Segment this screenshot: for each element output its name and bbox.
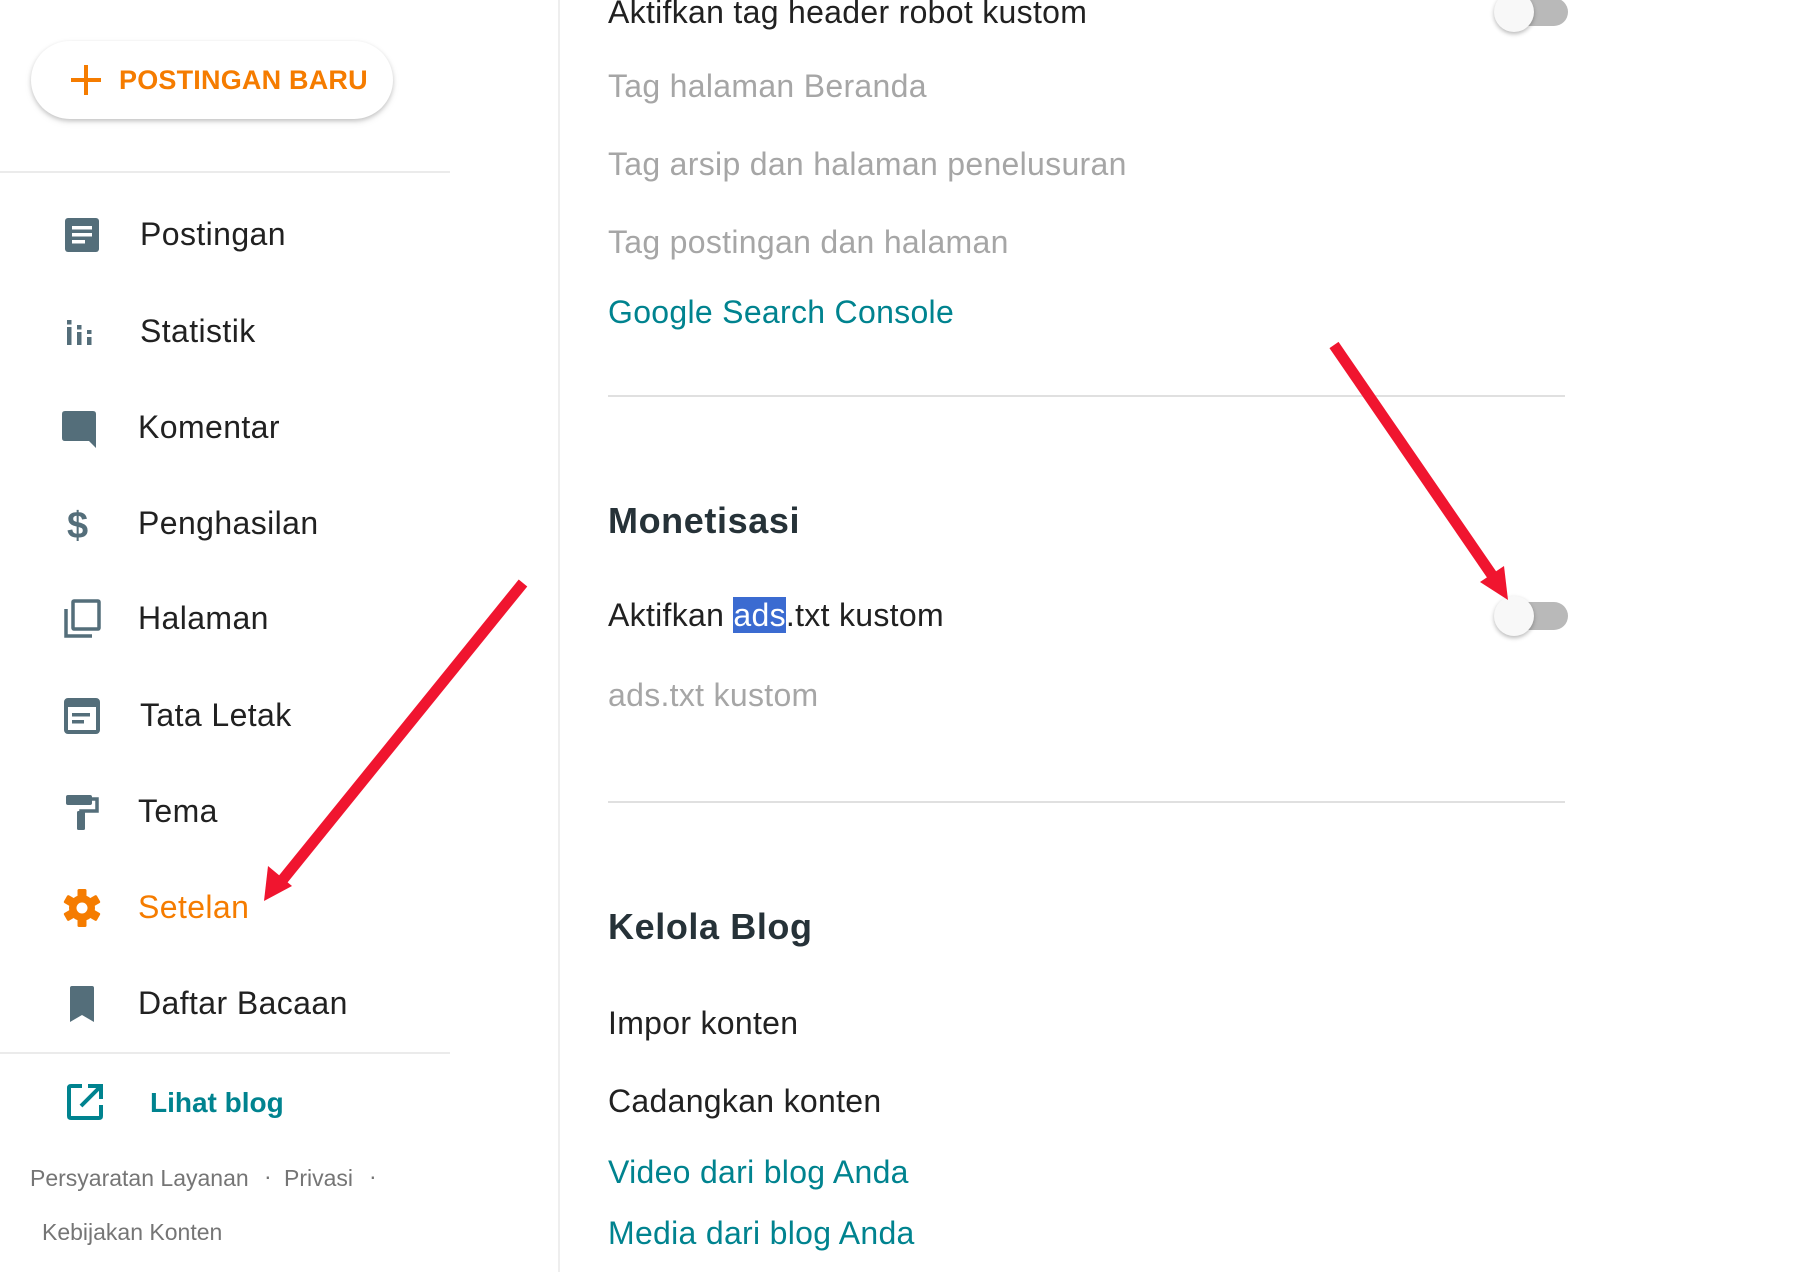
custom-ads-txt-setting[interactable]: ads.txt kustom	[608, 677, 819, 714]
archive-search-tags-setting[interactable]: Tag arsip dan halaman penelusuran	[608, 146, 1127, 183]
sidebar-item-label: Setelan	[138, 889, 250, 925]
plus-icon	[71, 65, 101, 95]
backup-content-link[interactable]: Cadangkan konten	[608, 1083, 881, 1120]
sidebar-item-label: Penghasilan	[138, 505, 319, 541]
new-post-button[interactable]: POSTINGAN BARU	[31, 41, 393, 119]
sidebar-divider	[0, 171, 450, 173]
robot-header-toggle-label: Aktifkan tag header robot kustom	[608, 0, 1088, 30]
sidebar-item-label: Komentar	[138, 409, 280, 445]
sidebar-item-label: Halaman	[138, 600, 269, 636]
sidebar-item-label: Tata Letak	[140, 697, 292, 733]
sidebar-item-statistik[interactable]: Statistik	[0, 291, 450, 371]
view-blog-link[interactable]: Lihat blog	[0, 1070, 450, 1134]
sidebar-separator	[558, 0, 560, 1272]
view-blog-label: Lihat blog	[150, 1087, 284, 1118]
terms-link[interactable]: Persyaratan Layanan	[30, 1165, 249, 1192]
sidebar-item-label: Postingan	[140, 216, 286, 252]
open-external-icon	[67, 1084, 103, 1120]
custom-ads-toggle[interactable]	[1494, 596, 1568, 636]
robot-header-toggle[interactable]	[1494, 0, 1568, 32]
sidebar: POSTINGAN BARU Postingan Statistik Komen…	[0, 0, 559, 1272]
sidebar-item-tema[interactable]: Tema	[0, 771, 450, 851]
sidebar-item-penghasilan[interactable]: $ Penghasilan	[0, 483, 450, 563]
sidebar-item-setelan[interactable]: Setelan	[0, 867, 450, 947]
stats-icon	[67, 320, 92, 345]
sidebar-item-label: Tema	[138, 793, 218, 829]
posts-icon	[65, 218, 99, 252]
bookmark-icon	[70, 986, 94, 1022]
dollar-icon: $	[67, 505, 88, 544]
pages-icon	[64, 599, 101, 638]
section-divider	[608, 801, 1565, 803]
section-divider	[608, 395, 1565, 397]
sidebar-item-label: Statistik	[140, 313, 256, 349]
label-suffix: .txt kustom	[785, 597, 944, 633]
videos-link[interactable]: Video dari blog Anda	[608, 1154, 909, 1191]
annotation-arrow-to-toggle	[1329, 341, 1508, 600]
layout-icon	[64, 698, 100, 734]
sidebar-item-daftar-bacaan[interactable]: Daftar Bacaan	[0, 963, 450, 1043]
content-policy-link[interactable]: Kebijakan Konten	[42, 1219, 222, 1246]
custom-ads-toggle-label: Aktifkan ads.txt kustom	[608, 597, 944, 634]
search-console-link[interactable]: Google Search Console	[608, 294, 954, 331]
paint-roller-icon	[66, 795, 99, 830]
footer-separator: ·	[369, 1163, 377, 1189]
sidebar-item-label: Daftar Bacaan	[138, 985, 348, 1021]
gear-icon	[63, 889, 101, 927]
svg-text:$: $	[67, 505, 88, 544]
toggle-knob	[1494, 0, 1534, 32]
comment-icon	[62, 411, 96, 448]
post-page-tags-setting[interactable]: Tag postingan dan halaman	[608, 224, 1009, 261]
sidebar-item-tata-letak[interactable]: Tata Letak	[0, 675, 450, 755]
new-post-label: POSTINGAN BARU	[119, 65, 368, 95]
footer-separator: ·	[264, 1163, 272, 1189]
monetization-heading: Monetisasi	[608, 500, 801, 541]
home-page-tags-setting[interactable]: Tag halaman Beranda	[608, 68, 927, 105]
label-prefix: Aktifkan	[608, 597, 734, 633]
import-content-link[interactable]: Impor konten	[608, 1005, 798, 1042]
sidebar-item-halaman[interactable]: Halaman	[0, 578, 450, 658]
manage-blog-heading: Kelola Blog	[608, 906, 813, 947]
sidebar-divider	[0, 1052, 450, 1054]
media-link[interactable]: Media dari blog Anda	[608, 1215, 915, 1252]
sidebar-item-komentar[interactable]: Komentar	[0, 387, 450, 467]
privacy-link[interactable]: Privasi	[284, 1165, 353, 1192]
selected-text-highlight: ads	[733, 597, 786, 633]
toggle-knob	[1494, 596, 1534, 636]
sidebar-item-postingan[interactable]: Postingan	[0, 194, 450, 274]
